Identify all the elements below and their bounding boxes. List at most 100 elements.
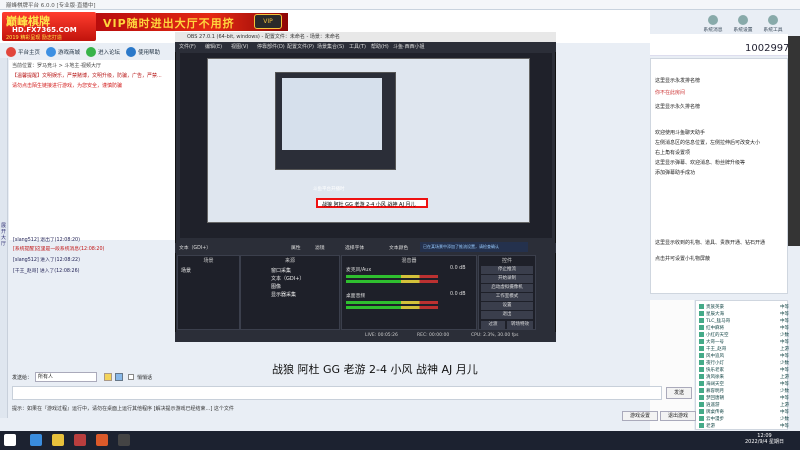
start-recording-button[interactable]: 开始录制: [481, 275, 533, 283]
start-icon[interactable]: [4, 434, 16, 446]
user-row[interactable]: 云中漫步 少数: [699, 416, 789, 422]
text-color-button[interactable]: 文本颜色: [389, 244, 408, 251]
user-row[interactable]: 快乐老家 中等: [699, 367, 789, 373]
transitions-tab[interactable]: 过渡: [481, 321, 505, 329]
game-settings-button[interactable]: 游戏设置: [622, 411, 658, 421]
obs-menu-scenecollection[interactable]: 场景集合(S): [317, 43, 344, 50]
obs-menu-tools[interactable]: 工具(T): [349, 43, 366, 50]
user-row[interactable]: 红中麻将 中等: [699, 325, 789, 331]
user-row[interactable]: 大哥一号 中等: [699, 339, 789, 345]
select-font-button[interactable]: 选择字体: [345, 244, 364, 251]
left-collapse-strip[interactable]: 展开大厅: [0, 58, 8, 418]
user-row[interactable]: 夜行小灯 少数: [699, 360, 789, 366]
source-item[interactable]: 窗口采集: [271, 267, 291, 274]
panel-line: 这里显示永发排名榜: [655, 78, 701, 84]
scenes-dock: 场景 场景: [177, 255, 240, 330]
window-title: 巅峰棋牌平台 6.0.0 [专业版·直播中]: [6, 3, 96, 9]
source-item[interactable]: 显示器采集: [271, 291, 296, 298]
folder-icon[interactable]: [52, 434, 64, 446]
volume-meter[interactable]: [346, 306, 438, 309]
send-button[interactable]: 发送: [666, 387, 692, 399]
selected-source-name: 文本（GDI+）: [179, 246, 212, 251]
color-icon[interactable]: [115, 373, 123, 381]
toolbar-help-button[interactable]: 使用帮助: [126, 45, 160, 59]
toolbar-forum-button[interactable]: 进入论坛: [86, 45, 120, 59]
toolbar-shop-button[interactable]: 游戏商城: [46, 45, 80, 59]
send-target-select[interactable]: 所有人: [35, 372, 97, 382]
virtual-camera-button[interactable]: 启动虚拟摄像机: [481, 284, 533, 292]
user-name: 老游: [706, 424, 715, 429]
right-scroll-strip[interactable]: [788, 36, 800, 246]
obs-menu-docks[interactable]: 停靠部件(D): [257, 43, 285, 50]
browser-icon[interactable]: [30, 434, 42, 446]
user-status: 中等: [780, 326, 789, 331]
exit-button[interactable]: 退出: [481, 311, 533, 319]
chat-input[interactable]: [12, 386, 662, 400]
user-row[interactable]: 千王_赵哥 上游: [699, 346, 789, 352]
user-row[interactable]: 小红的天空 少数: [699, 332, 789, 338]
user-avatar-icon: [699, 381, 704, 386]
chat-line: [千王_赵哥] 进入了(12:08:26): [13, 269, 80, 274]
obs-menu-profile[interactable]: 配置文件(P): [287, 43, 314, 50]
obs-menu-file[interactable]: 文件(F): [179, 43, 196, 50]
source-item[interactable]: 文本（GDI+）: [271, 275, 304, 282]
user-row[interactable]: 逍遥游 上游: [699, 402, 789, 408]
volume-meter[interactable]: [346, 275, 438, 278]
obs-menu-view[interactable]: 视图(V): [231, 43, 248, 50]
obs-taskbar-icon[interactable]: [118, 434, 130, 446]
properties-button[interactable]: 属性: [291, 244, 301, 251]
vip-banner-text: VIP随时进出大厅不用挤: [103, 17, 235, 30]
user-status: 中等: [780, 382, 789, 387]
controls-dock: 控件 停止推流 开始录制 启动虚拟摄像机 工作室模式 设置 退出 过渡 转场特效: [478, 255, 536, 330]
panel-line: 这里显示永久排名榜: [655, 104, 701, 110]
vip-banner[interactable]: VIP随时进出大厅不用挤 VIP: [96, 13, 288, 31]
obs-title: OBS 27.0.1 (64-bit, windows) - 配置文件：未命名 …: [187, 34, 340, 40]
forum-icon: [86, 47, 96, 57]
tip-text: 提示：如果在『游戏过程』运行中，请勿在桌面上运行其他程序 [解决提示游戏已经结束…: [12, 406, 234, 412]
user-status: 中等: [780, 424, 789, 429]
filters-button[interactable]: 滤镜: [315, 244, 325, 251]
user-row[interactable]: 牌桌传奇 中等: [699, 409, 789, 415]
user-status: 上游: [780, 375, 789, 380]
user-row[interactable]: 梦回唐朝 中等: [699, 395, 789, 401]
user-row[interactable]: 风中追风 中等: [699, 353, 789, 359]
overlay-text-box[interactable]: 战狼 阿杜 GG 老游 2-4 小风 战神 AJ 月儿: [316, 198, 428, 208]
toolbar-home-button[interactable]: 平台主页: [6, 45, 40, 59]
emoji-icon[interactable]: [104, 373, 112, 381]
scene-item[interactable]: 场景: [181, 267, 191, 274]
logo-line2: HD.FX7365.COM: [12, 26, 77, 34]
whisper-checkbox[interactable]: [128, 374, 134, 380]
transition-effects-tab[interactable]: 转场特效: [507, 321, 533, 329]
user-row[interactable]: 清风徐来 上游: [699, 374, 789, 380]
user-row[interactable]: 贵族英豪 中等: [699, 304, 789, 310]
user-row[interactable]: 老游 中等: [699, 423, 789, 429]
studio-mode-button[interactable]: 工作室模式: [481, 293, 533, 301]
stop-streaming-button[interactable]: 停止推流: [481, 266, 533, 274]
app-icon[interactable]: [96, 434, 108, 446]
logo-line3: 2019 精彩呈现 励志打造: [6, 35, 62, 41]
user-status: 中等: [780, 354, 789, 359]
user-name: 海阔天空: [706, 382, 724, 387]
user-row[interactable]: TLC_猛马哥 中等: [699, 318, 789, 324]
system-tools-button[interactable]: 系统工具: [760, 15, 786, 37]
obs-menu-help[interactable]: 帮助(H): [371, 43, 389, 50]
user-avatar-icon: [699, 367, 704, 372]
volume-meter[interactable]: [346, 301, 438, 304]
user-row[interactable]: 慕容明月 少数: [699, 388, 789, 394]
user-row[interactable]: 星辰大海 中等: [699, 311, 789, 317]
exit-game-button[interactable]: 退出游戏: [660, 411, 696, 421]
user-name: 慕容明月: [706, 389, 724, 394]
settings-button[interactable]: 设置: [481, 302, 533, 310]
obs-menu-edit[interactable]: 编辑(E): [205, 43, 222, 50]
app-icon[interactable]: [74, 434, 86, 446]
system-settings-button[interactable]: 系统设置: [730, 15, 756, 37]
user-row[interactable]: 海阔天空 中等: [699, 381, 789, 387]
user-list: 贵族英豪 中等 星辰大海 中等 TLC_猛马哥 中等 红中麻将 中等 小红的天空 少数 大哥一号 中等…: [695, 300, 789, 430]
obs-menu-douyu[interactable]: 斗鱼·西西小姐: [393, 43, 425, 50]
volume-meter[interactable]: [346, 280, 438, 283]
send-to-label: 发送给：: [12, 375, 33, 381]
system-message-button[interactable]: 系统消息: [700, 15, 726, 37]
source-item[interactable]: 图像: [271, 283, 281, 290]
panel-line: 添加弹幕助手成功: [655, 170, 696, 176]
user-name: 牌桌传奇: [706, 410, 724, 415]
